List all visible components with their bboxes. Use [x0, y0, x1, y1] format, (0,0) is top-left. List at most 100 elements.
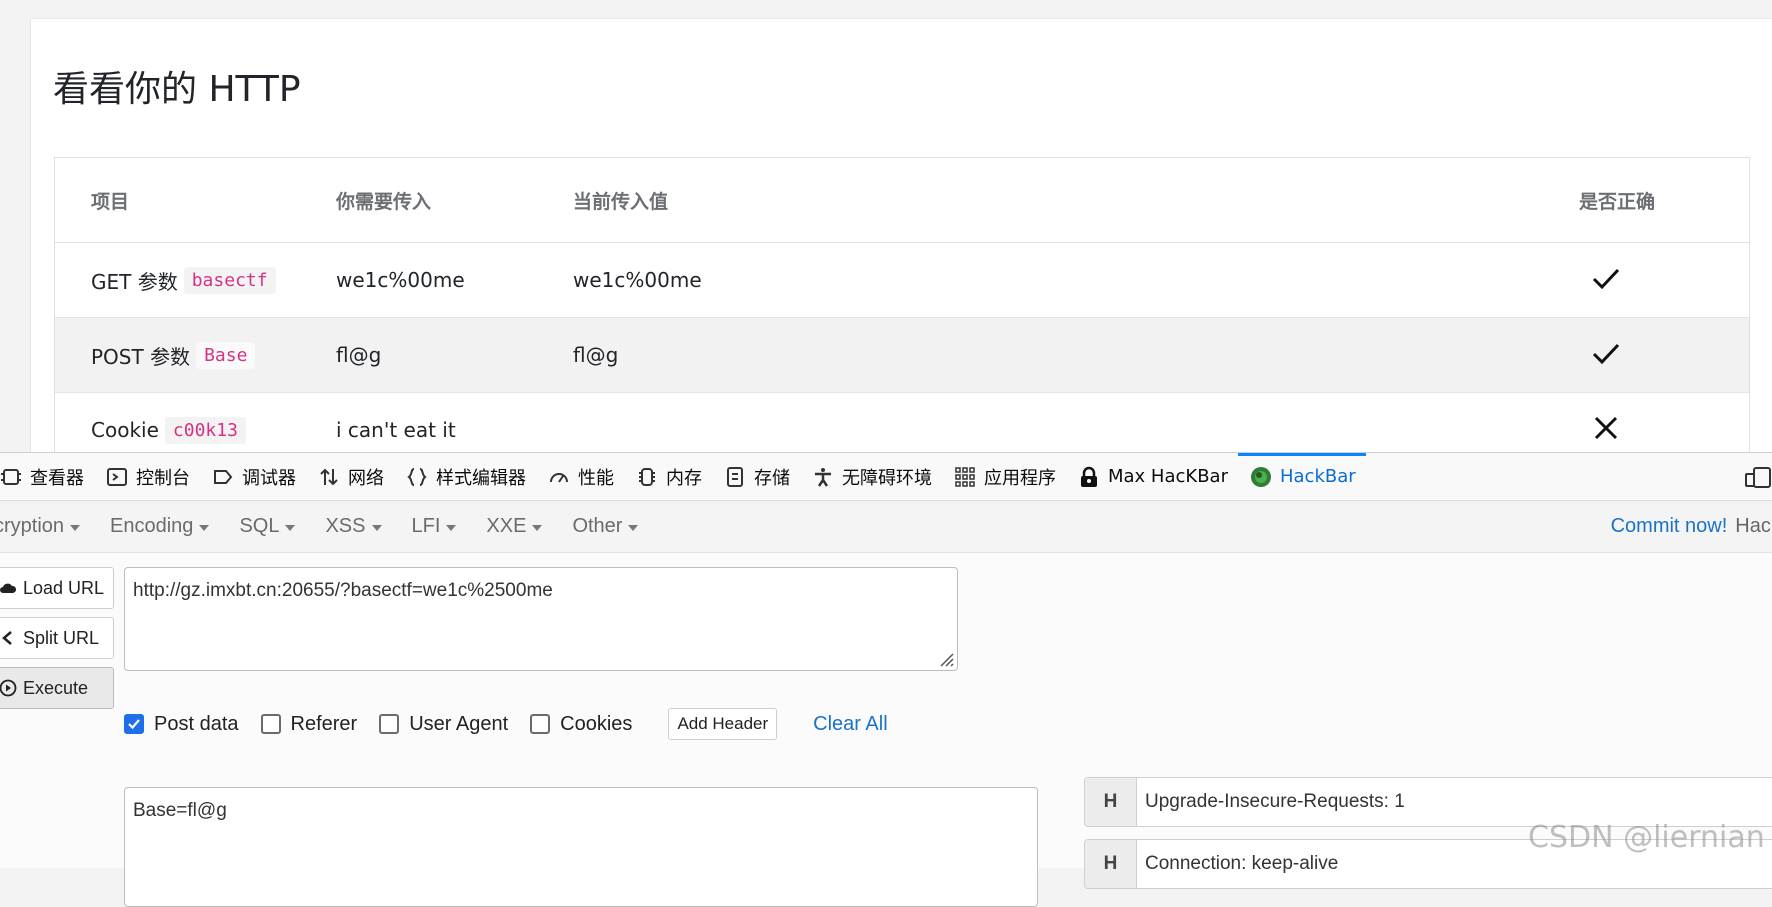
- header-item: 项目: [91, 190, 130, 213]
- chevron-down-icon: [371, 524, 382, 531]
- tab-debugger[interactable]: 调试器: [200, 453, 306, 500]
- tab-console[interactable]: 控制台: [94, 453, 200, 500]
- accessibility-icon: [815, 467, 831, 487]
- check-icon: [1592, 268, 1620, 289]
- tab-network[interactable]: 网络: [306, 453, 394, 500]
- table-row-post: POST 参数 Base fl@g fl@g: [55, 318, 1749, 393]
- menu-encoding[interactable]: Encoding: [110, 515, 210, 538]
- cookies-checkbox[interactable]: Cookies: [530, 713, 632, 736]
- param-code: basectf: [183, 266, 276, 294]
- chevron-down-icon: [532, 524, 543, 531]
- tab-label: 调试器: [242, 467, 296, 489]
- clear-all-link[interactable]: Clear All: [813, 713, 887, 736]
- memory-icon: [639, 467, 655, 486]
- current-value: we1c%00me: [573, 268, 702, 292]
- post-data-checkbox[interactable]: Post data: [124, 713, 239, 736]
- post-data-input[interactable]: Base=fl@g: [124, 787, 1038, 907]
- param-code: Base: [196, 341, 256, 369]
- debugger-icon: [214, 469, 233, 484]
- menu-xss[interactable]: XSS: [325, 515, 382, 538]
- tab-label: 样式编辑器: [436, 467, 526, 489]
- tab-label: 应用程序: [984, 467, 1056, 489]
- add-header-button[interactable]: Add Header: [668, 708, 778, 740]
- network-icon: [320, 468, 338, 485]
- check-icon: [1592, 343, 1620, 364]
- chevron-down-icon: [199, 524, 210, 531]
- checkbox-icon: [260, 714, 281, 734]
- table-row-cookie: Cookie c00k13 i can't eat it: [55, 393, 1749, 452]
- tab-label: 存储: [754, 467, 790, 489]
- header-value: Upgrade-Insecure-Requests: 1: [1145, 791, 1405, 812]
- play-circle-icon: [0, 679, 17, 697]
- commit-suffix: Hackb: [1735, 515, 1772, 537]
- menu-lfi[interactable]: LFI: [412, 515, 457, 538]
- hackbar-icon: [1250, 466, 1271, 487]
- menu-encryption[interactable]: cryption: [0, 515, 81, 538]
- checkbox-checked-icon: [124, 714, 144, 734]
- commit-now-link[interactable]: Commit now!: [1611, 515, 1728, 538]
- referer-checkbox[interactable]: Referer: [260, 713, 357, 736]
- url-input[interactable]: http://gz.imxbt.cn:20655/?basectf=we1c%2…: [124, 567, 958, 671]
- checkbox-icon: [379, 714, 400, 734]
- http-check-table: 项目 你需要传入 当前传入值 是否正确 GET 参数 basectf we1c%…: [54, 157, 1750, 452]
- style-editor-icon: [407, 467, 427, 486]
- row-label: Cookie: [91, 418, 159, 442]
- tab-label: 无障碍环境: [842, 467, 932, 489]
- param-code: c00k13: [164, 416, 246, 444]
- resize-handle-icon[interactable]: [936, 649, 954, 667]
- max-hackbar-icon: [1081, 466, 1097, 487]
- responsive-design-icon[interactable]: [1742, 465, 1772, 489]
- header-required: 你需要传入: [336, 190, 432, 213]
- load-url-button[interactable]: Load URL: [0, 567, 114, 609]
- required-value: i can't eat it: [336, 418, 456, 442]
- header-tag: H: [1085, 778, 1137, 826]
- header-value: Connection: keep-alive: [1145, 853, 1339, 874]
- tab-label: Max HacKBar: [1108, 466, 1228, 487]
- hackbar-body: Load URL Split URL Execute http://gz.imx…: [0, 553, 1772, 907]
- table-row-get: GET 参数 basectf we1c%00me we1c%00me: [55, 243, 1749, 318]
- devtools-panel: 查看器 控制台 调试器 网络 样式编辑器 性能 内存 存储 无障碍环境 应用程序…: [0, 452, 1772, 907]
- split-url-button[interactable]: Split URL: [0, 617, 114, 659]
- tab-accessibility[interactable]: 无障碍环境: [800, 453, 942, 500]
- tab-label: 性能: [578, 467, 614, 489]
- cloud-icon: [0, 583, 17, 593]
- current-value: fl@g: [573, 343, 619, 367]
- tab-performance[interactable]: 性能: [536, 453, 624, 500]
- execute-button[interactable]: Execute: [0, 667, 114, 709]
- tab-memory[interactable]: 内存: [624, 453, 712, 500]
- chevron-down-icon: [446, 524, 457, 531]
- chevron-down-icon: [628, 524, 639, 531]
- inspector-icon: [1, 468, 21, 485]
- hackbar-menu: cryption Encoding SQL XSS LFI XXE Other …: [0, 501, 1772, 553]
- row-label: POST 参数: [91, 344, 191, 369]
- application-icon: [955, 466, 975, 487]
- tab-label: 网络: [348, 467, 384, 489]
- tab-label: 控制台: [136, 467, 190, 489]
- tab-inspector[interactable]: 查看器: [0, 453, 94, 500]
- watermark: CSDN @liernian: [1528, 820, 1765, 855]
- tab-max-hackbar[interactable]: Max HacKBar: [1066, 453, 1238, 500]
- menu-sql[interactable]: SQL: [239, 515, 296, 538]
- tab-hackbar[interactable]: HackBar: [1237, 453, 1366, 500]
- chevron-down-icon: [285, 524, 296, 531]
- split-icon: [2, 631, 12, 645]
- console-icon: [107, 467, 127, 486]
- storage-icon: [727, 466, 743, 487]
- options-row: Post data Referer User Agent Cookies Add…: [124, 708, 888, 740]
- performance-icon: [550, 472, 568, 483]
- tab-storage[interactable]: 存储: [712, 453, 800, 500]
- tab-application[interactable]: 应用程序: [942, 453, 1066, 500]
- header-correct: 是否正确: [1579, 190, 1656, 213]
- menu-other[interactable]: Other: [572, 515, 639, 538]
- tab-style-editor[interactable]: 样式编辑器: [394, 453, 536, 500]
- tab-label: 查看器: [30, 467, 84, 489]
- required-value: we1c%00me: [336, 268, 465, 292]
- cross-icon: [1594, 416, 1618, 439]
- row-label: GET 参数: [91, 269, 178, 294]
- user-agent-checkbox[interactable]: User Agent: [379, 713, 508, 736]
- header-current: 当前传入值: [573, 190, 669, 213]
- tab-label: HackBar: [1279, 466, 1356, 487]
- menu-xxe[interactable]: XXE: [486, 515, 543, 538]
- header-tag: H: [1085, 840, 1137, 888]
- tab-label: 内存: [666, 467, 702, 489]
